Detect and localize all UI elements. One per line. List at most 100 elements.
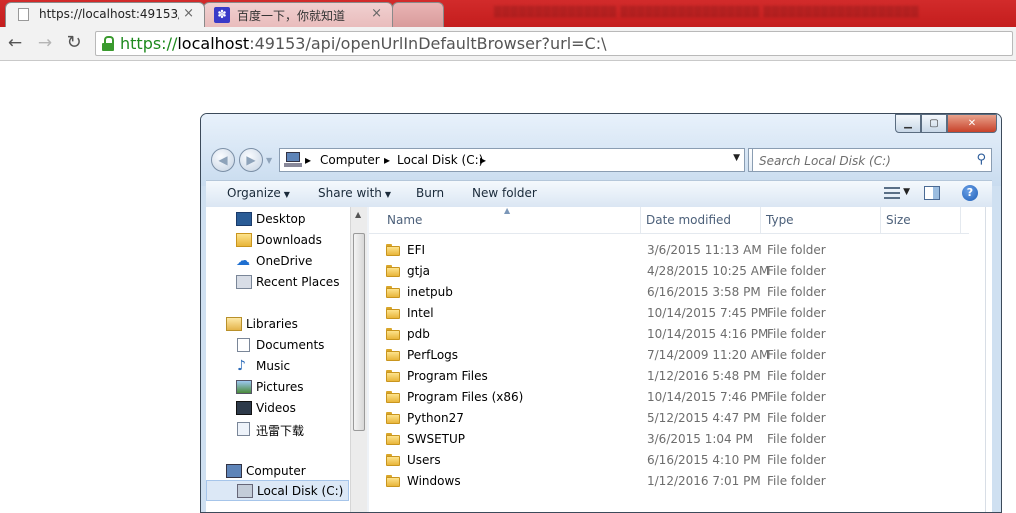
table-row[interactable]: Windows 1/12/2016 7:01 PM File folder [369, 471, 969, 492]
file-date-modified: 5/12/2015 4:47 PM [647, 411, 761, 425]
address-dropdown-icon[interactable]: ▼ [733, 153, 740, 163]
file-list-scrollbar[interactable] [985, 207, 992, 512]
maximize-button[interactable]: ▢ [921, 114, 947, 133]
browser-toolbar: ← → ↻ https://localhost:49153/api/openUr… [0, 27, 1016, 61]
column-name[interactable]: ▲ Name [369, 206, 641, 233]
folder-icon [386, 475, 400, 487]
explorer-search-box[interactable]: ⚲ [752, 148, 992, 172]
explorer-client-area: Desktop Downloads ☁ OneDrive Recent Plac… [206, 206, 992, 512]
nav-item-onedrive[interactable]: ☁ OneDrive [206, 251, 349, 272]
minimize-button[interactable]: ▁ [895, 114, 921, 133]
tab-strip: https://localhost:49153/api × ✽ 百度一下，你就知… [0, 0, 1016, 27]
organize-button[interactable]: Organize ▼ [227, 186, 290, 200]
nav-label: Desktop [256, 212, 306, 226]
nav-item-pictures[interactable]: Pictures [206, 377, 349, 398]
table-row[interactable]: Intel 10/14/2015 7:45 PM File folder [369, 303, 969, 324]
help-icon[interactable]: ? [962, 185, 978, 201]
nav-item-libraries[interactable]: Libraries [206, 314, 349, 335]
nav-item-documents[interactable]: Documents [206, 335, 349, 356]
column-date-modified[interactable]: Date modified [641, 207, 761, 233]
table-row[interactable]: SWSETUP 3/6/2015 1:04 PM File folder [369, 429, 969, 450]
tab-title: https://localhost:49153/api [39, 7, 179, 21]
column-name-label: Name [387, 213, 423, 227]
file-name: EFI [407, 243, 426, 257]
view-options-icon[interactable] [884, 187, 900, 199]
recent-places-icon [236, 275, 252, 289]
back-arrow-icon[interactable]: ← [4, 32, 26, 54]
explorer-address-bar[interactable]: ▸ Computer ▸ Local Disk (C:) ▸ ▼ [279, 148, 745, 172]
explorer-forward-icon[interactable]: ▶ [239, 148, 263, 172]
url-text[interactable]: https://localhost:49153/api/openUrlInDef… [120, 34, 607, 53]
nav-item-downloads[interactable]: Downloads [206, 230, 349, 251]
table-row[interactable]: Program Files (x86) 10/14/2015 7:46 PM Fil… [369, 387, 969, 408]
nav-item-music[interactable]: ♪ Music [206, 356, 349, 377]
library-folder-icon [237, 422, 250, 436]
tab-baidu[interactable]: ✽ 百度一下，你就知道 × [203, 2, 393, 27]
downloads-folder-icon [236, 233, 252, 247]
breadcrumb-separator-icon[interactable]: ▸ [305, 153, 311, 167]
file-date-modified: 1/12/2016 7:01 PM [647, 474, 761, 488]
table-row[interactable]: EFI 3/6/2015 11:13 AM File folder [369, 240, 969, 261]
reload-icon[interactable]: ↻ [63, 32, 85, 54]
close-window-button[interactable]: ✕ [947, 114, 997, 133]
address-bar[interactable]: https://localhost:49153/api/openUrlInDef… [95, 31, 1013, 56]
pictures-icon [236, 380, 252, 394]
chevron-down-icon: ▼ [283, 190, 290, 199]
desktop-icon [236, 212, 252, 226]
table-row[interactable]: inetpub 6/16/2015 3:58 PM File folder [369, 282, 969, 303]
preview-pane-icon[interactable] [924, 186, 940, 200]
nav-item-recent-places[interactable]: Recent Places [206, 272, 349, 293]
breadcrumb-computer[interactable]: Computer [320, 153, 380, 167]
computer-icon [226, 464, 242, 478]
file-type: File folder [767, 474, 826, 488]
burn-button[interactable]: Burn [416, 186, 444, 200]
file-name: Program Files (x86) [407, 390, 524, 404]
file-name: gtja [407, 264, 431, 278]
table-row[interactable]: gtja 4/28/2015 10:25 AM File folder [369, 261, 969, 282]
column-size[interactable]: Size [881, 207, 961, 233]
folder-icon [386, 265, 400, 277]
table-row[interactable]: Program Files 1/12/2016 5:48 PM File folde… [369, 366, 969, 387]
url-scheme: https:// [120, 34, 178, 53]
nav-item-local-disk[interactable]: Local Disk (C:) [206, 480, 349, 501]
table-row[interactable]: Users 6/16/2015 4:10 PM File folder [369, 450, 969, 471]
file-date-modified: 10/14/2015 7:46 PM [647, 390, 769, 404]
share-with-button[interactable]: Share with ▼ [318, 186, 391, 200]
forward-arrow-icon[interactable]: → [34, 32, 56, 54]
scroll-up-arrow-icon[interactable]: ▲ [355, 210, 361, 219]
scroll-thumb[interactable] [353, 233, 365, 431]
table-row[interactable]: PerfLogs 7/14/2009 11:20 AM File folder [369, 345, 969, 366]
breadcrumb-local-disk[interactable]: Local Disk (C:) [397, 153, 483, 167]
column-type[interactable]: Type [761, 207, 881, 233]
file-date-modified: 10/14/2015 4:16 PM [647, 327, 769, 341]
file-type: File folder [767, 285, 826, 299]
blurred-title-bar: ▒▒▒▒▒▒▒▒▒▒▒▒▒▒▒ ▒▒▒▒▒▒▒▒▒▒▒▒▒▒▒▒▒ ▒▒▒▒▒▒… [494, 7, 920, 18]
folder-icon [386, 349, 400, 361]
folder-icon [386, 370, 400, 382]
nav-item-computer[interactable]: Computer [206, 461, 349, 482]
search-icon[interactable]: ⚲ [976, 152, 986, 167]
close-icon[interactable]: × [183, 6, 194, 21]
file-date-modified: 3/6/2015 11:13 AM [647, 243, 762, 257]
table-row[interactable]: pdb 10/14/2015 4:16 PM File folder [369, 324, 969, 345]
nav-label: OneDrive [256, 254, 313, 268]
file-type: File folder [767, 411, 826, 425]
table-row[interactable]: Python27 5/12/2015 4:47 PM File folder [369, 408, 969, 429]
close-icon[interactable]: × [371, 6, 382, 21]
new-tab-button[interactable] [392, 2, 444, 27]
nav-item-xunlei-downloads[interactable]: 迅雷下载 [206, 419, 349, 440]
explorer-back-icon[interactable]: ◀ [211, 148, 235, 172]
tab-localhost[interactable]: https://localhost:49153/api × [5, 2, 205, 27]
view-dropdown-icon[interactable]: ▼ [903, 187, 910, 197]
recent-pages-dropdown-icon[interactable]: ▼ [266, 156, 272, 165]
search-input[interactable] [757, 151, 966, 171]
file-type: File folder [767, 390, 826, 404]
breadcrumb-separator-icon[interactable]: ▸ [480, 153, 486, 167]
nav-item-desktop[interactable]: Desktop [206, 209, 349, 230]
share-with-label: Share with [318, 186, 382, 200]
navigation-scrollbar[interactable]: ▲ [350, 207, 368, 512]
url-path: :49153/api/openUrlInDefaultBrowser?url=C… [249, 34, 607, 53]
file-list-pane: ▲ Name Date modified Type Size EFI 3/6/20… [369, 206, 992, 512]
breadcrumb-separator-icon[interactable]: ▸ [384, 153, 390, 167]
nav-item-videos[interactable]: Videos [206, 398, 349, 419]
